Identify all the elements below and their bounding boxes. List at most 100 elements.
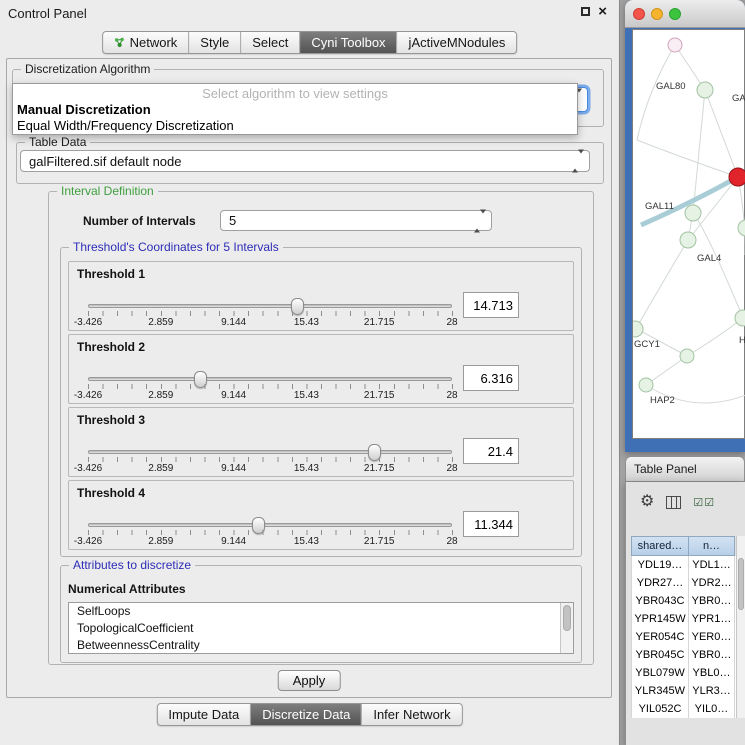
list-item[interactable]: SelfLoops [69,603,573,620]
column-header-shared-name[interactable]: shared… [631,536,689,556]
network-window-titlebar[interactable] [625,0,745,28]
cell[interactable]: YBL079W [631,664,689,682]
tab-discretize-data[interactable]: Discretize Data [251,704,362,725]
threshold-value-field[interactable] [463,511,519,537]
column-header-name[interactable]: n… [689,536,735,556]
cell[interactable]: YLR3… [689,682,735,700]
minimize-button[interactable] [651,8,663,20]
close-icon[interactable]: × [598,6,607,17]
slider-track[interactable] [88,377,452,381]
network-node[interactable] [633,321,643,337]
bottom-tab-bar: Impute Data Discretize Data Infer Networ… [156,703,462,726]
list-item[interactable]: TopologicalCoefficient [69,620,573,637]
cell[interactable]: YIL052C [631,700,689,718]
list-scrollbar[interactable] [560,603,573,653]
network-canvas[interactable]: GAL80 GA GAL11 GAL4 GCY1 HAP2 H [632,29,745,439]
tab-jactivemnodules[interactable]: jActiveMNodules [398,32,517,53]
table-row[interactable]: YIL052C YIL0… [631,700,736,718]
network-node[interactable] [697,82,713,98]
control-panel-window: Control Panel × Network Style Select Cyn… [0,0,620,745]
cell[interactable]: YDR27… [631,574,689,592]
control-panel-titlebar[interactable]: Control Panel × [0,0,619,26]
cell[interactable]: YBR0… [689,592,735,610]
table-row[interactable]: YDL19… YDL1… [631,556,736,574]
apply-button[interactable]: Apply [278,670,341,691]
slider-track[interactable] [88,450,452,454]
threshold-panel-2: Threshold 2 -3.426 2.859 9.144 15.43 21.… [68,334,574,404]
list-item[interactable]: BetweennessCentrality [69,637,573,654]
number-of-intervals-combobox[interactable]: 5 [220,210,492,231]
slider-track[interactable] [88,304,452,308]
threshold-value-field[interactable] [463,292,519,318]
tab-cyni-toolbox[interactable]: Cyni Toolbox [300,32,397,53]
float-window-icon[interactable] [581,7,590,16]
slider-track[interactable] [88,523,452,527]
zoom-button[interactable] [669,8,681,20]
attributes-group: Attributes to discretize Numerical Attri… [60,565,582,663]
combo-value: galFiltered.sif default node [29,154,181,169]
threshold-slider-2: -3.426 2.859 9.144 15.43 21.715 28 [88,371,452,403]
scrollbar-thumb[interactable] [738,558,744,610]
scale-label: 2.859 [148,463,173,474]
cell[interactable]: YBL0… [689,664,735,682]
threshold-slider-1: -3.426 2.859 9.144 15.43 21.715 28 [88,298,452,330]
cell[interactable]: YDL1… [689,556,735,574]
table-row[interactable]: YDR27… YDR2… [631,574,736,592]
cell[interactable]: YBR0… [689,646,735,664]
tab-network[interactable]: Network [103,32,190,53]
cell[interactable]: YIL0… [689,700,735,718]
scale-label: -3.426 [74,463,102,474]
interval-definition-group: Interval Definition Number of Intervals … [48,191,594,665]
scale-label: -3.426 [74,390,102,401]
cell[interactable]: YLR345W [631,682,689,700]
gear-icon[interactable]: ⚙ [640,494,654,510]
slider-ticks [88,457,453,462]
table-panel-titlebar[interactable]: Table Panel [625,456,745,482]
network-node[interactable] [639,378,653,392]
table-row[interactable]: YLR345W YLR3… [631,682,736,700]
group-title: Threshold's Coordinates for 5 Intervals [69,240,283,254]
table-row[interactable]: YPR145W YPR1… [631,610,736,628]
table-row[interactable]: YBL079W YBL0… [631,664,736,682]
scrollbar-thumb[interactable] [563,605,571,631]
cell[interactable]: YER0… [689,628,735,646]
threshold-label: Threshold 4 [77,486,145,500]
cell[interactable]: YPR145W [631,610,689,628]
slider-scale-labels: -3.426 2.859 9.144 15.43 21.715 28 [88,390,452,402]
popup-item-manual-discretization[interactable]: Manual Discretization [13,101,577,117]
cell[interactable]: YBR043C [631,592,689,610]
threshold-value-field[interactable] [463,438,519,464]
network-node[interactable] [680,349,694,363]
table-scrollbar[interactable] [736,536,745,718]
network-node[interactable] [735,310,745,326]
popup-item-equal-width-frequency[interactable]: Equal Width/Frequency Discretization [13,117,577,133]
tab-select[interactable]: Select [241,32,300,53]
cell[interactable]: YER054C [631,628,689,646]
cell[interactable]: YDL19… [631,556,689,574]
network-node[interactable] [680,232,696,248]
threshold-label: Threshold 1 [77,267,145,281]
tab-style[interactable]: Style [189,32,241,53]
table-data-combobox[interactable]: galFiltered.sif default node [20,150,590,172]
network-node-selected[interactable] [729,168,745,186]
scale-label: 9.144 [221,536,246,547]
table-row[interactable]: YBR045C YBR0… [631,646,736,664]
node-table: shared… n… YDL19… YDL1… YDR27… YDR2… YBR… [631,536,736,718]
table-row[interactable]: YER054C YER0… [631,628,736,646]
network-node[interactable] [685,205,701,221]
threshold-value-field[interactable] [463,365,519,391]
cell[interactable]: YDR2… [689,574,735,592]
select-rows-icons[interactable]: ☑☑ [693,496,715,509]
tab-infer-network[interactable]: Infer Network [362,704,461,725]
network-node[interactable] [738,220,745,236]
cell[interactable]: YBR045C [631,646,689,664]
close-button[interactable] [633,8,645,20]
network-node[interactable] [668,38,682,52]
table-row[interactable]: YBR043C YBR0… [631,592,736,610]
cell[interactable]: YPR1… [689,610,735,628]
network-node-label: GCY1 [634,339,660,350]
scale-label: 21.715 [364,463,395,474]
column-chooser-icon[interactable] [666,496,681,509]
tab-impute-data[interactable]: Impute Data [157,704,251,725]
slider-ticks [88,384,453,389]
